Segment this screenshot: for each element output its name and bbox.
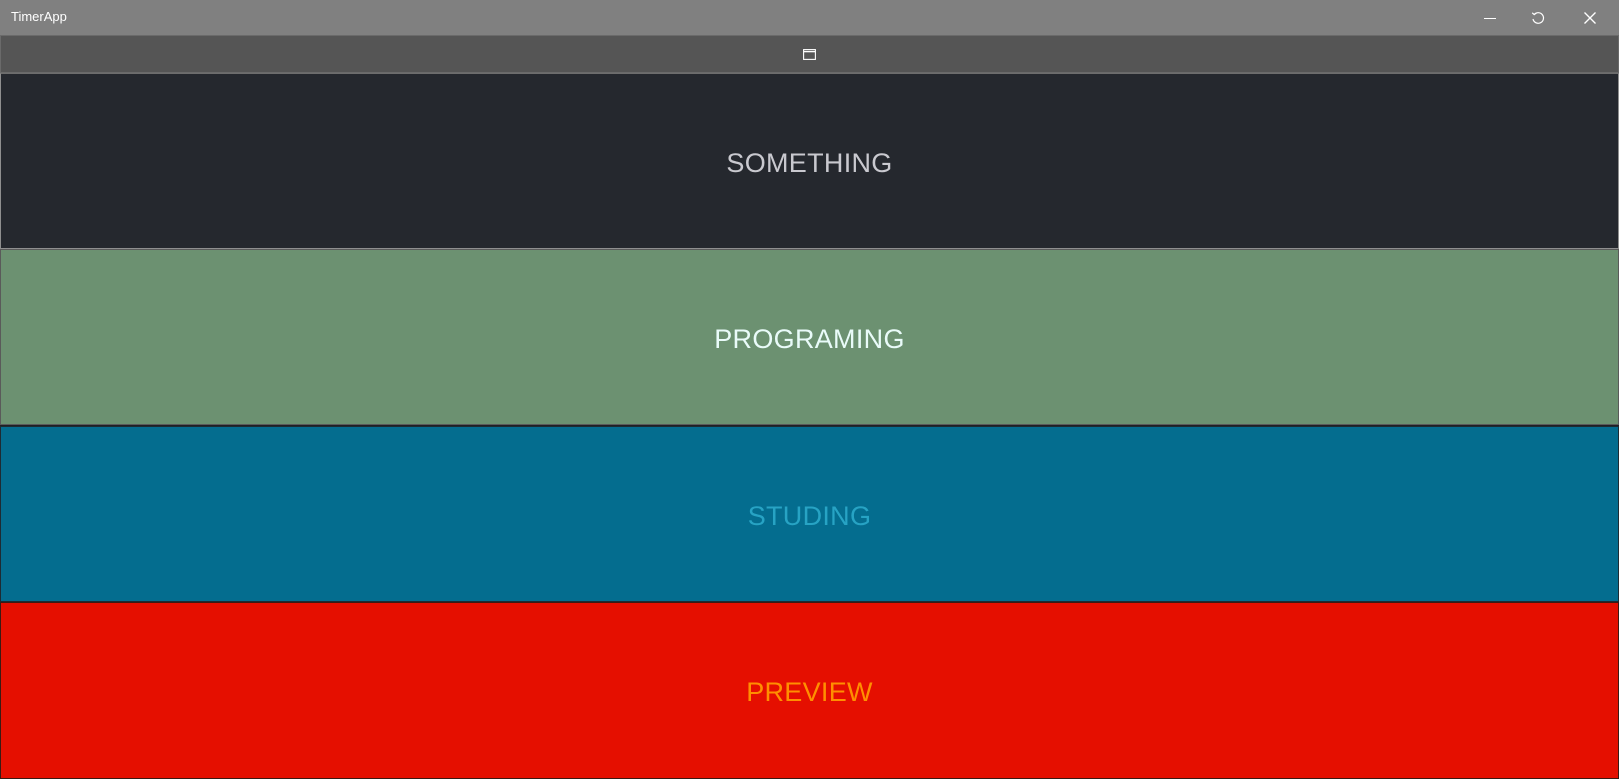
restore-button[interactable] <box>1514 0 1562 35</box>
compact-overlay-button[interactable] <box>799 43 821 65</box>
minimize-icon <box>1484 17 1496 19</box>
toolbar <box>0 35 1619 73</box>
timer-panel-something[interactable]: SOMETHING <box>0 73 1619 249</box>
panel-label: PROGRAMING <box>714 323 905 354</box>
panel-label: SOMETHING <box>726 147 893 178</box>
panel-label: STUDING <box>747 500 872 531</box>
panel-label: PREVIEW <box>746 677 873 707</box>
minimize-button[interactable] <box>1466 0 1514 35</box>
title-bar: TimerApp <box>0 0 1619 35</box>
close-icon <box>1584 11 1596 24</box>
window-title: TimerApp <box>11 9 67 24</box>
restore-icon <box>1531 11 1545 24</box>
timer-panel-studing[interactable]: STUDING <box>0 426 1619 602</box>
close-button[interactable] <box>1566 0 1614 35</box>
timer-panel-programing[interactable]: PROGRAMING <box>0 249 1619 425</box>
window-icon <box>803 48 816 60</box>
timer-panel-preview[interactable]: PREVIEW <box>0 602 1619 779</box>
